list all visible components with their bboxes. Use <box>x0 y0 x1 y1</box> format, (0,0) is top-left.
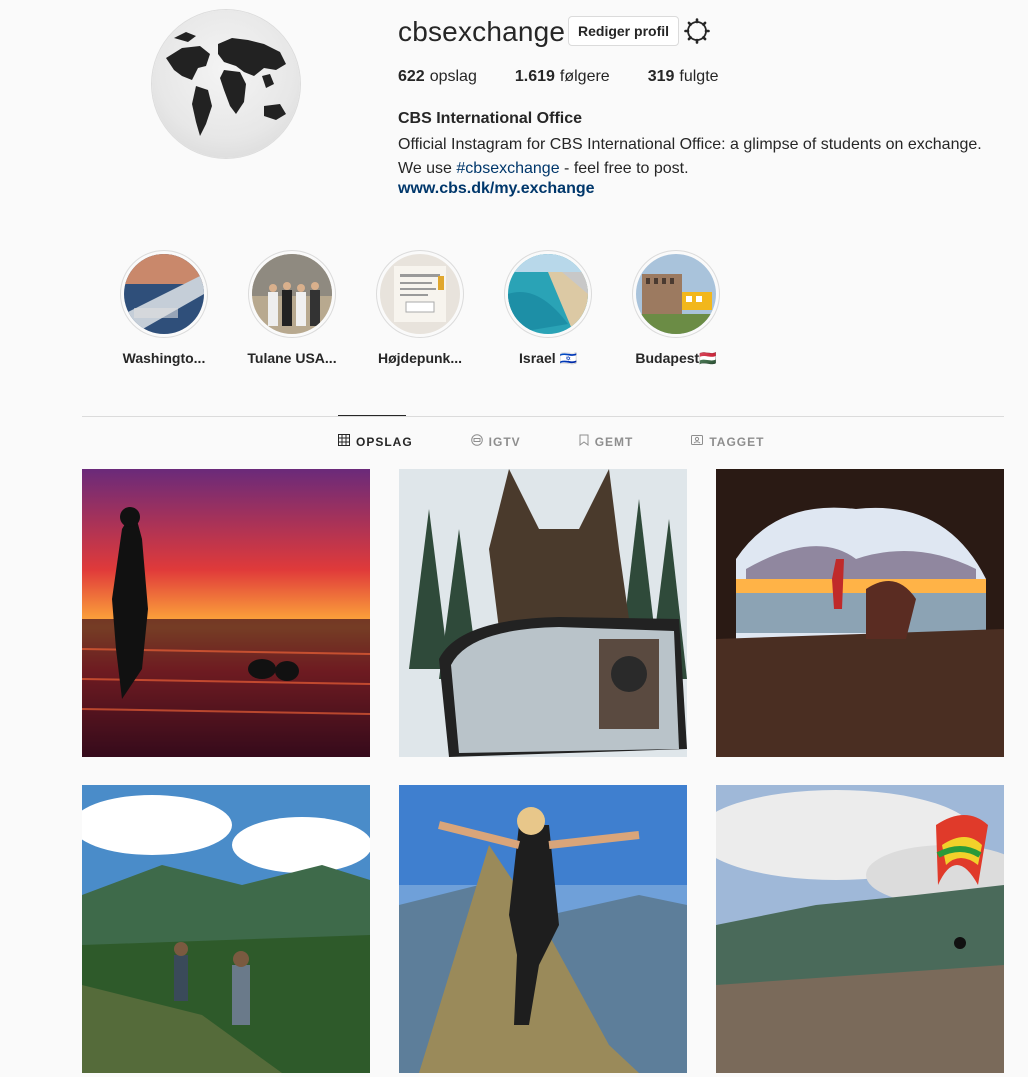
tab-tagged[interactable]: TAGGET <box>691 434 764 449</box>
highlight-label: Israel 🇮🇱 <box>519 350 577 366</box>
tab-label: TAGGET <box>709 434 765 449</box>
highlight-label: Tulane USA... <box>247 350 337 366</box>
posts-count: 622 opslag <box>398 68 477 86</box>
edit-profile-button[interactable]: Rediger profil <box>568 16 680 46</box>
post-image <box>82 785 370 1073</box>
active-tab-indicator <box>338 415 406 416</box>
highlight-cover <box>636 254 716 334</box>
post-sea-cave[interactable] <box>716 469 1004 757</box>
post-paragliding[interactable] <box>716 785 1004 1073</box>
highlight-washington[interactable]: Washingto... <box>118 250 210 366</box>
post-mountain-hike[interactable] <box>82 785 370 1073</box>
profile-full-name: CBS International Office <box>398 110 583 127</box>
followers-count[interactable]: 1.619 følgere <box>515 68 610 86</box>
profile-page: cbsexchange Rediger profil 622 opslag 1.6… <box>12 6 1028 1077</box>
profile-avatar[interactable] <box>152 10 300 158</box>
highlight-label: Washingto... <box>122 350 206 366</box>
highlight-cover <box>508 254 588 334</box>
highlight-ring <box>376 250 464 338</box>
profile-username: cbsexchange <box>398 16 566 47</box>
tab-posts[interactable]: OPSLAG <box>338 434 413 449</box>
profile-stats: 622 opslag 1.619 følgere 319 fulgte <box>398 68 719 86</box>
posts-count-value: 622 <box>398 68 425 85</box>
tab-label: GEMT <box>594 434 634 449</box>
highlight-ring <box>632 250 720 338</box>
post-image <box>716 469 1004 757</box>
igtv-icon <box>470 434 483 449</box>
post-image <box>716 785 1004 1073</box>
post-sunset-swim[interactable] <box>82 469 370 757</box>
tab-label: IGTV <box>488 434 521 449</box>
post-summit-jump[interactable] <box>399 785 687 1073</box>
following-count[interactable]: 319 fulgte <box>648 68 719 86</box>
highlight-ring <box>120 250 208 338</box>
bookmark-icon <box>579 434 589 449</box>
profile-website-link[interactable]: www.cbs.dk/my.exchange <box>398 180 595 198</box>
tab-igtv[interactable]: IGTV <box>470 434 521 449</box>
highlight-budapest[interactable]: Budapest🇭🇺 <box>630 250 722 367</box>
grid-icon <box>338 434 350 449</box>
world-map-icon <box>166 32 286 136</box>
highlight-israel[interactable]: Israel 🇮🇱 <box>502 250 594 367</box>
bio-hashtag-link[interactable]: #cbsexchange <box>456 160 559 177</box>
highlight-hojdepunkter[interactable]: Højdepunk... <box>374 250 466 366</box>
post-image <box>82 469 370 757</box>
tab-saved[interactable]: GEMT <box>579 434 634 449</box>
followers-count-label: følgere <box>559 68 610 85</box>
posts-count-label: opslag <box>429 68 477 85</box>
post-image <box>399 785 687 1073</box>
tagged-icon <box>691 434 704 449</box>
following-count-value: 319 <box>647 68 675 85</box>
highlight-tulane[interactable]: Tulane USA... <box>246 250 338 366</box>
post-image <box>399 469 687 757</box>
profile-bio: Official Instagram for CBS International… <box>398 133 1004 181</box>
post-moose-mirror[interactable] <box>399 469 687 757</box>
followers-count-value: 1.619 <box>514 68 555 85</box>
tabs-divider <box>82 416 1004 417</box>
highlight-ring <box>504 250 592 338</box>
highlight-cover <box>252 254 332 334</box>
tab-label: OPSLAG <box>356 434 413 449</box>
following-count-label: fulgte <box>679 68 719 85</box>
highlight-cover <box>380 254 460 334</box>
settings-gear-icon[interactable] <box>684 18 710 44</box>
profile-tabs: OPSLAG IGTV GEMT TAGGET <box>338 434 822 449</box>
highlight-cover <box>124 254 204 334</box>
highlight-label: Budapest🇭🇺 <box>635 350 717 366</box>
highlight-ring <box>248 250 336 338</box>
highlight-label: Højdepunk... <box>378 350 462 366</box>
bio-text-end: - feel free to post. <box>559 160 689 177</box>
